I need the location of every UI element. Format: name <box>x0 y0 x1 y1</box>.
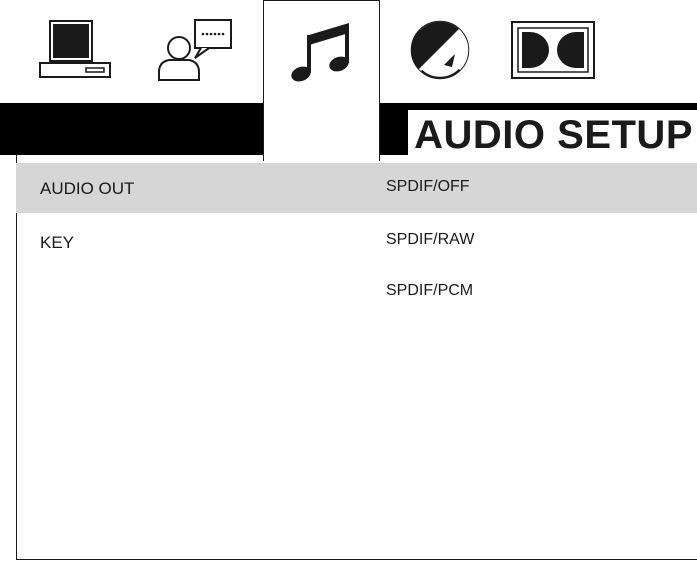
menu-item-audio-out[interactable]: AUDIO OUT <box>40 179 134 199</box>
video-adjust-icon <box>408 18 472 82</box>
language-speech-icon <box>151 18 235 82</box>
option-spdif-pcm[interactable]: SPDIF/PCM <box>386 282 473 300</box>
menu-item-key[interactable]: KEY <box>40 233 74 253</box>
option-spdif-off[interactable]: SPDIF/OFF <box>386 178 470 196</box>
option-spdif-raw[interactable]: SPDIF/RAW <box>386 231 474 249</box>
tab-video[interactable] <box>400 0 480 100</box>
music-note-icon <box>287 19 357 85</box>
dolby-icon <box>510 20 596 80</box>
tab-general[interactable] <box>30 0 120 100</box>
tab-language[interactable] <box>148 0 238 100</box>
monitor-icon <box>36 19 114 81</box>
settings-panel <box>16 155 697 560</box>
page-title: AUDIO SETUP <box>408 110 697 160</box>
tab-audio[interactable] <box>263 0 380 161</box>
tab-dolby[interactable] <box>505 0 600 100</box>
